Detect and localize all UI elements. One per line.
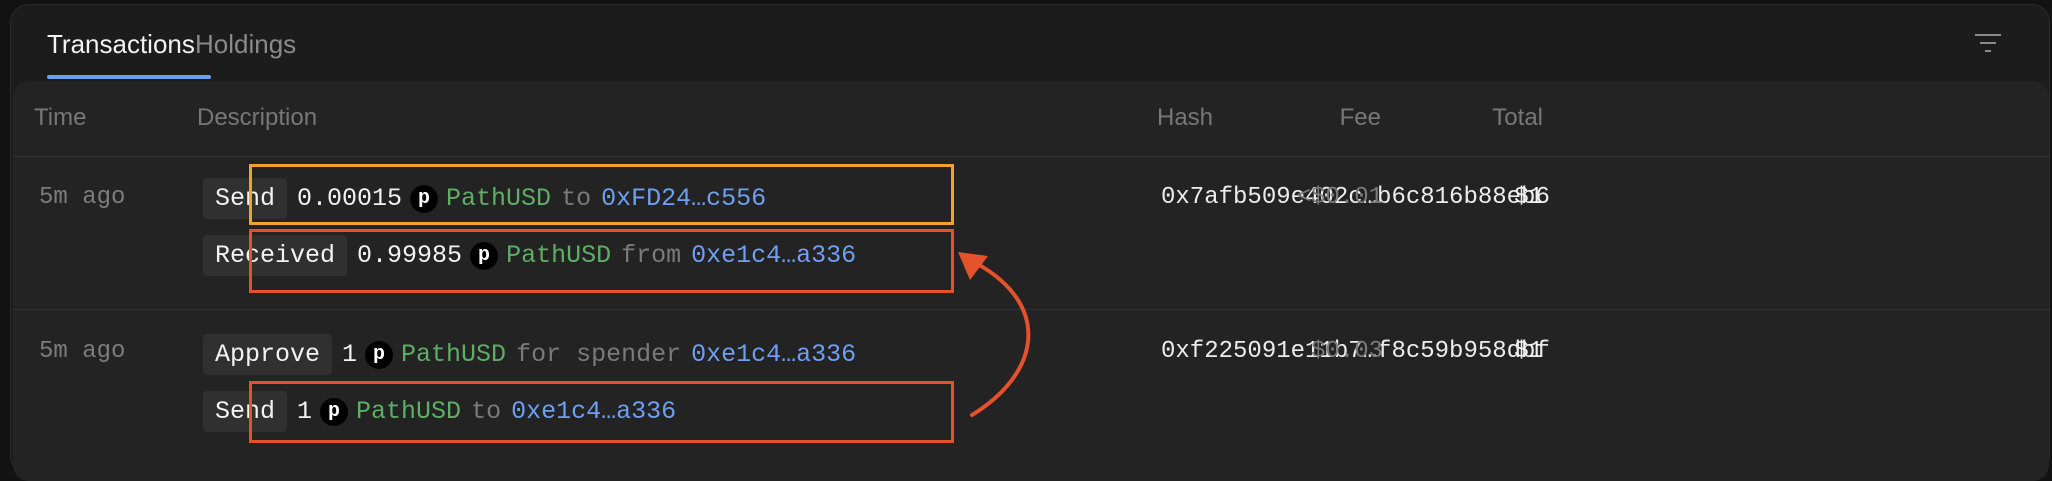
preposition: from	[621, 241, 682, 270]
tx-fee: $0.03	[1310, 338, 1383, 365]
row-time: 5m ago	[39, 184, 126, 211]
description-line: Received 0.99985 p PathUSD from 0xe1c4…a…	[203, 235, 856, 276]
action-badge: Send	[203, 391, 288, 432]
address-link[interactable]: 0xe1c4…a336	[511, 397, 676, 426]
tab-bar: Transactions Holdings	[11, 5, 2049, 79]
amount: 0.00015	[297, 184, 403, 213]
tx-fee: <$0.01	[1296, 184, 1383, 211]
tx-total: $1	[1514, 338, 1543, 365]
header-hash: Hash	[1157, 104, 1214, 131]
address-link[interactable]: 0xFD24…c556	[601, 184, 766, 213]
preposition: to	[471, 397, 502, 426]
tab-transactions[interactable]: Transactions	[47, 29, 195, 60]
filter-lines-icon[interactable]	[1973, 31, 2003, 55]
token-name[interactable]: PathUSD	[446, 184, 551, 213]
amount: 0.99985	[357, 241, 463, 270]
address-link[interactable]: 0xe1c4…a336	[691, 340, 856, 369]
action-badge: Approve	[203, 334, 333, 375]
token-name[interactable]: PathUSD	[356, 397, 461, 426]
description-line: Approve 1 p PathUSD for spender 0xe1c4…a…	[203, 334, 856, 375]
pathusd-token-icon: p	[365, 340, 394, 369]
action-badge: Received	[203, 235, 348, 276]
pathusd-token-icon: p	[320, 397, 349, 426]
address-link[interactable]: 0xe1c4…a336	[691, 241, 856, 270]
header-description: Description	[197, 104, 318, 131]
description-line: Send 0.00015 p PathUSD to 0xFD24…c556	[203, 178, 766, 219]
preposition: for spender	[516, 340, 682, 369]
preposition: to	[561, 184, 592, 213]
table-header: Time Description Hash Fee Total	[13, 81, 2049, 157]
row-time: 5m ago	[39, 338, 126, 365]
pathusd-token-icon: p	[470, 241, 499, 270]
description-line: Send 1 p PathUSD to 0xe1c4…a336	[203, 391, 676, 432]
curved-arrow-icon	[958, 252, 1031, 417]
amount: 1	[297, 397, 313, 426]
token-name[interactable]: PathUSD	[401, 340, 506, 369]
token-name[interactable]: PathUSD	[506, 241, 611, 270]
action-badge: Send	[203, 178, 288, 219]
pathusd-token-icon: p	[410, 184, 439, 213]
header-fee: Fee	[1339, 104, 1381, 131]
tab-holdings[interactable]: Holdings	[195, 29, 296, 60]
header-total: Total	[1492, 104, 1543, 131]
header-time: Time	[34, 104, 87, 131]
active-tab-indicator	[47, 75, 211, 79]
amount: 1	[342, 340, 358, 369]
tx-total: $1	[1514, 184, 1543, 211]
